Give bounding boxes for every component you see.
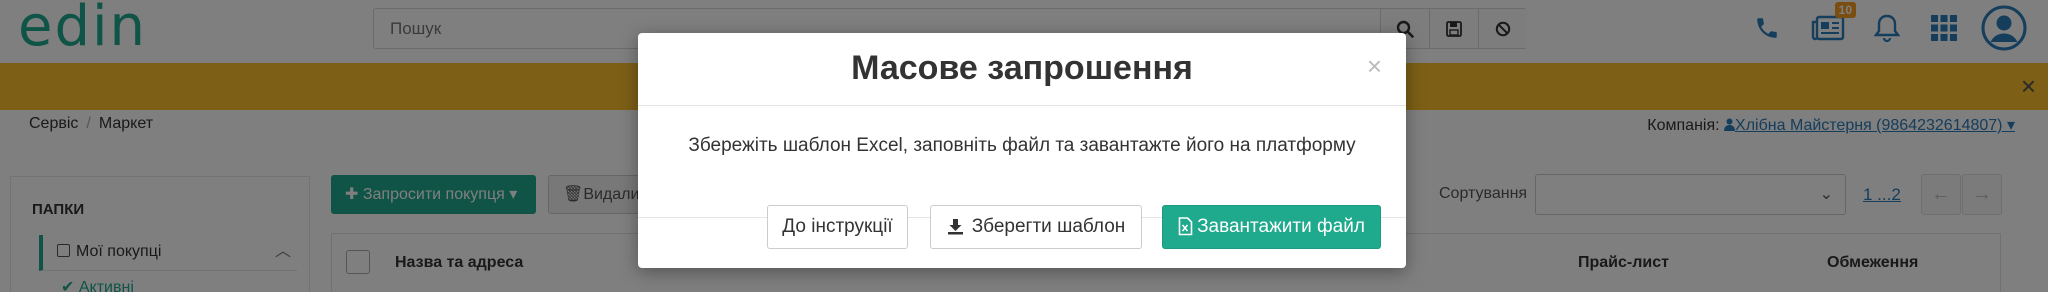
save-template-label: Зберегти шаблон [971, 216, 1126, 237]
modal-body: Збережіть шаблон Excel, заповніть файл т… [638, 107, 1406, 218]
bulk-invite-modal: Масове запрошення × Збережіть шаблон Exc… [638, 33, 1406, 268]
excel-file-icon [1178, 217, 1193, 236]
download-icon [947, 219, 963, 235]
modal-title: Масове запрошення [851, 49, 1193, 87]
save-template-button[interactable]: Зберегти шаблон [930, 205, 1142, 249]
modal-description: Збережіть шаблон Excel, заповніть файл т… [688, 135, 1356, 156]
upload-file-button[interactable]: Завантажити файл [1162, 205, 1381, 249]
modal-header: Масове запрошення × [638, 33, 1406, 106]
instructions-label: До інструкції [782, 216, 893, 237]
instructions-button[interactable]: До інструкції [767, 205, 908, 249]
upload-file-label: Завантажити файл [1197, 216, 1365, 237]
close-icon[interactable]: × [1367, 53, 1382, 79]
